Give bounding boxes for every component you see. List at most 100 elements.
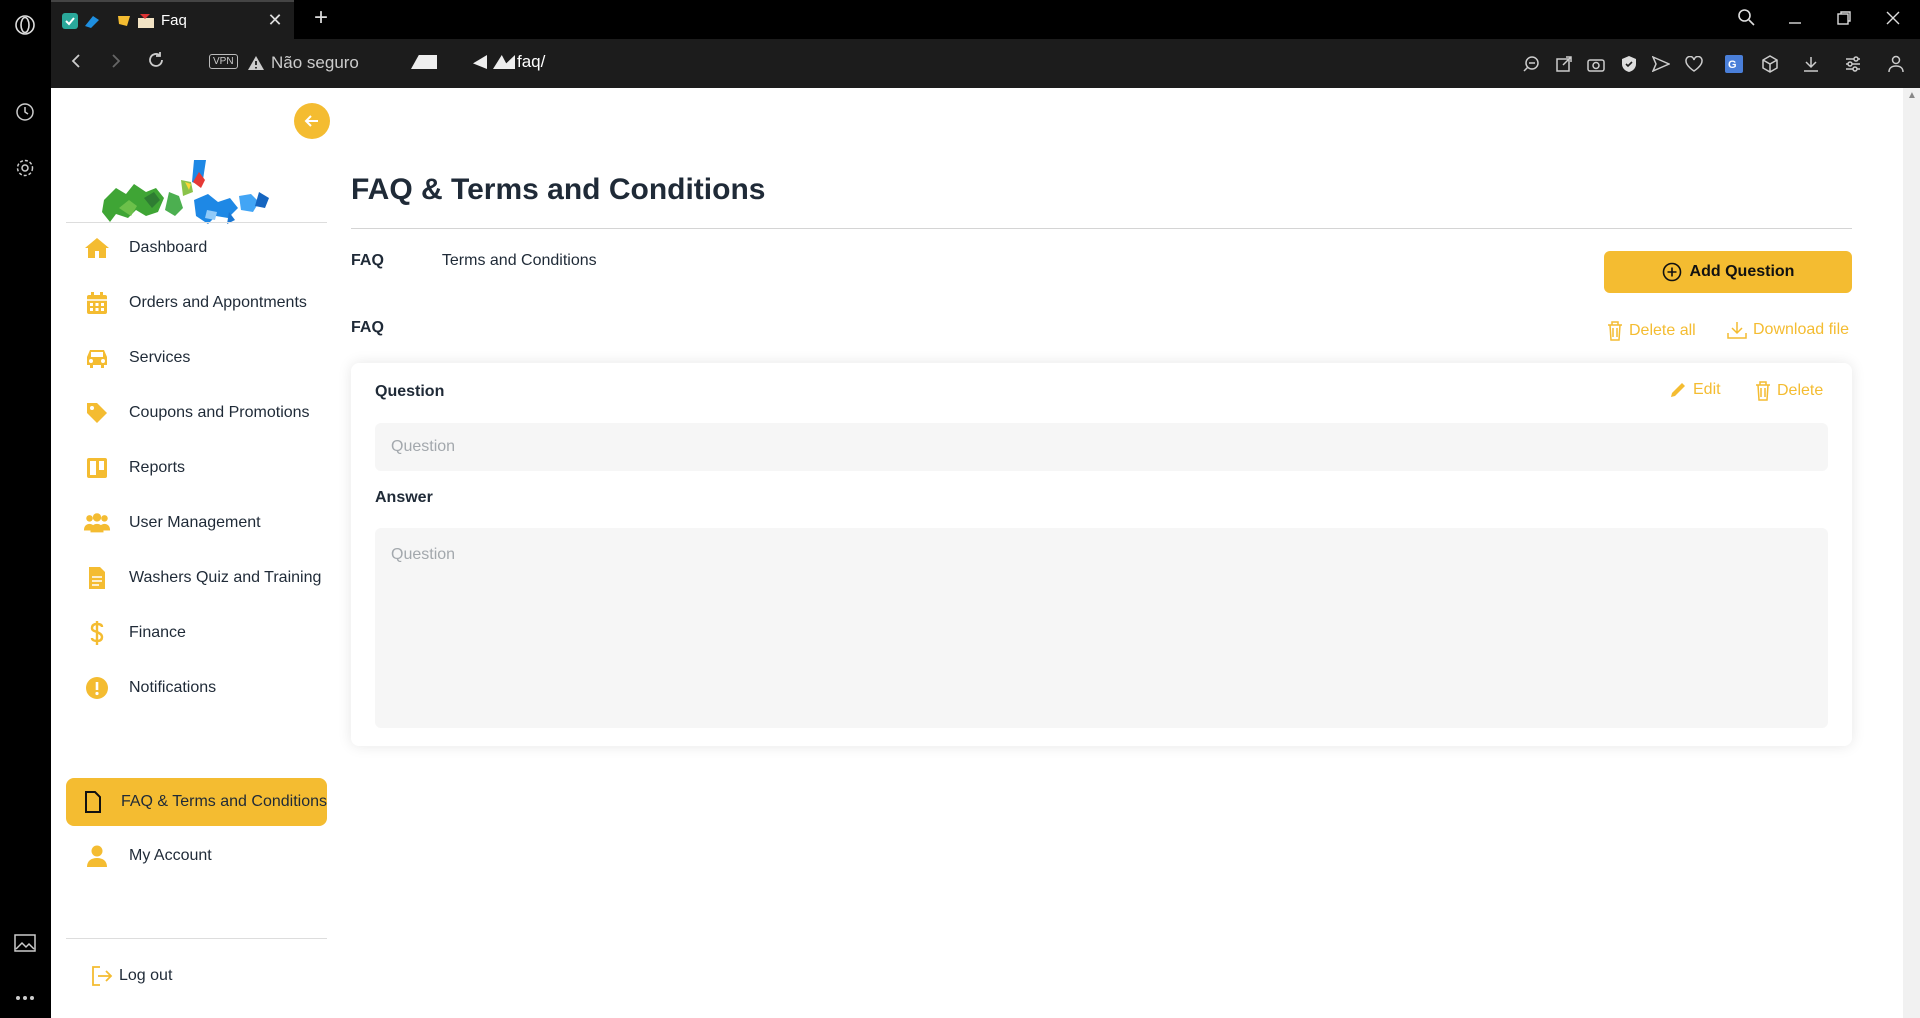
sidebar-item-label: My Account <box>129 847 212 864</box>
security-label: Não seguro <box>271 53 359 72</box>
delete-button[interactable]: Delete <box>1755 381 1823 401</box>
pencil-icon <box>1671 383 1685 397</box>
browser-tab[interactable]: Faq ✕ <box>51 0 294 39</box>
forward-icon[interactable] <box>102 49 130 77</box>
send-icon[interactable] <box>1649 52 1673 76</box>
section-label: FAQ <box>351 319 384 336</box>
more-icon[interactable] <box>12 985 38 1011</box>
users-icon <box>83 509 111 537</box>
sidebar-item-my-account[interactable]: My Account <box>66 832 327 880</box>
sidebar-item-user-management[interactable]: User Management <box>66 499 327 547</box>
calendar-icon <box>83 289 111 317</box>
delete-all-label: Delete all <box>1629 322 1696 339</box>
shield-favicon-icon <box>61 12 79 30</box>
sidebar-item-faq[interactable]: FAQ & Terms and Conditions <box>66 778 327 826</box>
tab-close-icon[interactable]: ✕ <box>264 10 286 31</box>
opera-logo-icon[interactable] <box>12 12 38 38</box>
vpn-badge[interactable]: VPN <box>209 54 238 69</box>
edit-label: Edit <box>1693 381 1721 398</box>
answer-label: Answer <box>375 489 433 506</box>
back-icon[interactable] <box>62 49 90 77</box>
svg-text:G: G <box>1728 59 1737 71</box>
sidebar-item-label: FAQ & Terms and Conditions <box>120 793 327 810</box>
document-icon <box>83 788 103 816</box>
sidebar-item-services[interactable]: Services <box>66 334 327 382</box>
download-file-button[interactable]: Download file <box>1727 321 1849 339</box>
settings-icon[interactable] <box>12 155 38 181</box>
camera-icon[interactable] <box>1584 52 1608 76</box>
history-icon[interactable] <box>12 99 38 125</box>
tab-title: Faq <box>161 12 187 29</box>
page-scrollbar[interactable]: ▲ <box>1903 88 1920 1018</box>
logout-icon <box>92 966 113 986</box>
sidebar-item-orders[interactable]: Orders and Appontments <box>66 279 327 327</box>
delete-all-button[interactable]: Delete all <box>1607 321 1696 341</box>
collapse-sidebar-button[interactable] <box>294 103 330 139</box>
url-redacted-block <box>411 55 437 69</box>
download-file-label: Download file <box>1753 321 1850 338</box>
scroll-up-icon[interactable]: ▲ <box>1907 90 1917 101</box>
home-icon <box>83 234 111 262</box>
minimize-icon[interactable] <box>1781 6 1809 34</box>
alert-icon <box>83 674 111 702</box>
sidebar-item-label: Washers Quiz and Training <box>129 569 322 586</box>
heart-icon[interactable] <box>1682 52 1706 76</box>
logout-button[interactable]: Log out <box>91 966 172 986</box>
tab-faq[interactable]: FAQ <box>351 252 384 270</box>
folder-favicon-icon <box>137 12 155 30</box>
security-indicator[interactable]: Não seguro <box>247 53 359 73</box>
sidebar-item-coupons[interactable]: Coupons and Promotions <box>66 389 327 437</box>
gallery-icon[interactable] <box>12 930 38 956</box>
edit-button[interactable]: Edit <box>1669 381 1721 399</box>
columns-icon <box>83 454 111 482</box>
tag-icon <box>83 399 111 427</box>
sidebar-item-label: Orders and Appontments <box>129 294 307 311</box>
question-input[interactable]: Question <box>375 423 1828 471</box>
car-icon <box>83 344 111 372</box>
yellow-favicon-icon <box>115 12 133 30</box>
warning-icon <box>248 56 264 70</box>
title-divider <box>351 228 1852 229</box>
download-icon[interactable] <box>1799 52 1823 76</box>
trash-icon <box>1756 381 1770 401</box>
answer-textarea[interactable]: Question <box>375 528 1828 728</box>
url-redacted-block <box>473 55 487 69</box>
easy-setup-icon[interactable] <box>1841 52 1865 76</box>
new-tab-button[interactable]: + <box>307 4 335 32</box>
sidebar-item-label: Services <box>129 349 191 366</box>
sidebar-item-reports[interactable]: Reports <box>66 444 327 492</box>
add-question-label: Add Question <box>1689 263 1795 280</box>
cube-icon[interactable] <box>1758 52 1782 76</box>
address-bar: VPN Não seguro faq/ G <box>51 39 1920 88</box>
sidebar-item-washers-quiz[interactable]: Washers Quiz and Training <box>66 554 327 602</box>
reload-icon[interactable] <box>142 49 170 77</box>
zoom-icon[interactable] <box>1519 52 1543 76</box>
tab-terms[interactable]: Terms and Conditions <box>442 252 597 270</box>
sidebar-item-label: Dashboard <box>129 239 208 256</box>
sidebar-item-notifications[interactable]: Notifications <box>66 664 327 712</box>
url-field[interactable]: faq/ <box>411 52 545 72</box>
tab-bar: Faq ✕ + <box>51 0 1920 39</box>
close-window-icon[interactable] <box>1879 6 1907 34</box>
search-tabs-icon[interactable] <box>1732 6 1760 34</box>
share-icon[interactable] <box>1552 52 1576 76</box>
url-path: faq/ <box>517 52 546 71</box>
trash-icon <box>1608 321 1622 341</box>
blue-favicon-icon <box>83 12 101 30</box>
page-title: FAQ & Terms and Conditions <box>351 173 766 206</box>
sidebar-divider <box>66 938 327 939</box>
profile-icon[interactable] <box>1884 52 1908 76</box>
arrow-left-icon <box>304 115 318 127</box>
sidebar-item-label: User Management <box>129 514 261 531</box>
browser-sidebar <box>0 0 51 1018</box>
user-icon <box>83 842 111 870</box>
dollar-icon <box>83 619 111 647</box>
download-icon <box>1727 322 1747 339</box>
sidebar-item-finance[interactable]: Finance <box>66 609 327 657</box>
adblock-shield-icon[interactable] <box>1617 52 1641 76</box>
sidebar-item-label: Finance <box>129 624 186 641</box>
restore-icon[interactable] <box>1830 6 1858 34</box>
sidebar-item-dashboard[interactable]: Dashboard <box>66 224 327 272</box>
translate-icon[interactable]: G <box>1722 52 1746 76</box>
add-question-button[interactable]: Add Question <box>1604 251 1852 293</box>
